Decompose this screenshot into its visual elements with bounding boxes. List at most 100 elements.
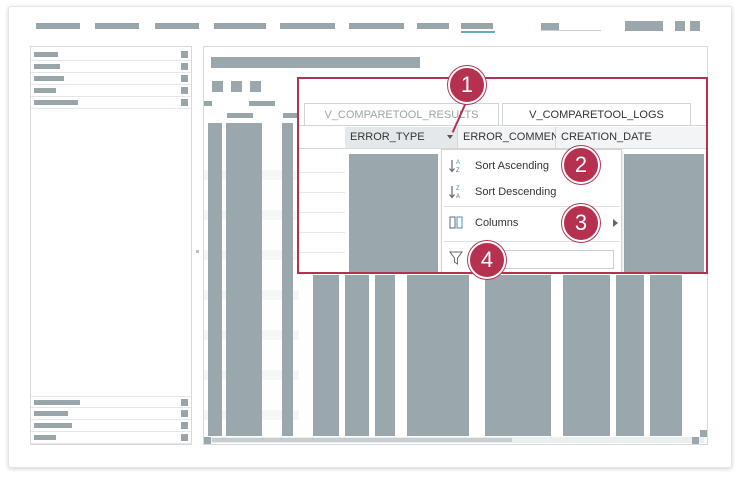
tree-row[interactable] xyxy=(31,432,191,444)
panel-splitter[interactable] xyxy=(196,250,199,253)
tree-row-icon[interactable] xyxy=(181,422,188,429)
tree-row-label xyxy=(34,423,72,428)
tree-row-icon[interactable] xyxy=(181,51,188,58)
grid-column xyxy=(282,123,293,436)
nav-item[interactable] xyxy=(36,23,80,29)
nav-item[interactable] xyxy=(280,23,335,29)
svg-text:Z: Z xyxy=(456,186,460,192)
tab-underline xyxy=(299,125,706,126)
grid-column xyxy=(375,275,395,436)
nav-item[interactable] xyxy=(155,23,199,29)
tree-row[interactable] xyxy=(31,49,191,61)
column-header-label: ERROR_COMMENT xyxy=(463,131,566,143)
tree-row-icon[interactable] xyxy=(181,99,188,106)
nav-icon-button[interactable] xyxy=(690,21,700,31)
grid-column xyxy=(563,275,610,436)
tree-row-icon[interactable] xyxy=(181,63,188,70)
tree-row-label xyxy=(34,88,56,93)
grid-row-line xyxy=(299,172,345,173)
svg-text:Z: Z xyxy=(456,168,460,174)
nav-item[interactable] xyxy=(417,23,449,29)
tree-row-label xyxy=(34,76,64,81)
tree-row-icon[interactable] xyxy=(181,410,188,417)
tree-row-icon[interactable] xyxy=(181,87,188,94)
column-header-creation-date[interactable]: CREATION_DATE xyxy=(556,127,706,148)
columns-icon xyxy=(449,216,463,229)
scroll-right-button[interactable] xyxy=(692,437,699,444)
step-badge-2: 2 xyxy=(562,146,600,184)
column-header-label: ERROR_TYPE xyxy=(350,131,425,143)
tree-row[interactable] xyxy=(31,396,191,408)
svg-text:A: A xyxy=(456,160,460,166)
grid-column xyxy=(345,275,369,436)
submenu-arrow-icon xyxy=(613,219,618,227)
column-header-placeholder[interactable] xyxy=(283,113,297,118)
tree-row-icon[interactable] xyxy=(181,399,188,406)
menu-item-label: Columns xyxy=(475,217,519,229)
tree-row-label xyxy=(34,400,80,405)
tree-row[interactable] xyxy=(31,97,191,109)
tree-row[interactable] xyxy=(31,73,191,85)
menu-item-sort-descending[interactable]: Z A Sort Descending xyxy=(442,179,621,205)
step-badge-3: 3 xyxy=(562,204,600,242)
nav-active-underline xyxy=(461,31,495,33)
toolbar-button[interactable] xyxy=(212,81,223,92)
tree-row[interactable] xyxy=(31,61,191,73)
grid-column xyxy=(485,275,551,436)
grid-row-line xyxy=(299,192,345,193)
grid-row-line xyxy=(299,252,345,253)
column-header-label: CREATION_DATE xyxy=(561,131,652,143)
menu-item-label: Sort Descending xyxy=(475,186,557,198)
scroll-left-button[interactable] xyxy=(204,437,211,444)
nav-search[interactable] xyxy=(541,23,559,30)
nav-item[interactable] xyxy=(95,23,139,29)
tab-placeholder[interactable] xyxy=(204,101,212,106)
menu-separator xyxy=(444,241,620,242)
panel-title xyxy=(211,57,420,68)
sort-descending-icon: Z A xyxy=(449,186,460,200)
toolbar-button[interactable] xyxy=(231,81,242,92)
horizontal-scrollbar-thumb[interactable] xyxy=(212,438,512,442)
left-panel xyxy=(30,46,192,445)
tab-placeholder[interactable] xyxy=(249,101,275,106)
tree-row-icon[interactable] xyxy=(181,434,188,441)
step-badge-1: 1 xyxy=(448,66,486,104)
tree-row[interactable] xyxy=(31,420,191,432)
toolbar-button[interactable] xyxy=(250,81,261,92)
filter-icon xyxy=(449,251,463,265)
column-header-placeholder[interactable] xyxy=(227,113,253,118)
grid-column xyxy=(616,275,644,436)
nav-item[interactable] xyxy=(214,23,266,29)
tree-row[interactable] xyxy=(31,408,191,420)
scroll-corner xyxy=(700,430,707,437)
tree-row-label xyxy=(34,411,68,416)
grid-column xyxy=(208,123,222,436)
grid-row-line xyxy=(299,232,345,233)
dropdown-arrow-icon[interactable] xyxy=(447,135,453,139)
tab-logs[interactable]: V_COMPARETOOL_LOGS xyxy=(502,103,691,125)
tab-results[interactable]: V_COMPARETOOL_RESULTS xyxy=(304,103,499,125)
sort-ascending-icon: A Z xyxy=(449,160,460,174)
tree-row-label xyxy=(34,64,60,69)
cell-data-block xyxy=(349,154,438,272)
tree-row-icon[interactable] xyxy=(181,75,188,82)
nav-search-line xyxy=(541,30,601,31)
column-header-error-type[interactable]: ERROR_TYPE xyxy=(345,127,458,148)
column-header-error-comment[interactable]: ERROR_COMMENT xyxy=(458,127,566,148)
grid-column xyxy=(226,123,262,436)
grid-row-line xyxy=(299,212,345,213)
nav-icon-button[interactable] xyxy=(675,21,685,31)
grid-column xyxy=(313,275,339,436)
tree-row-label xyxy=(34,435,56,440)
grid-column xyxy=(650,275,682,436)
menu-separator xyxy=(444,206,620,207)
tree-row-label xyxy=(34,100,78,105)
nav-button[interactable] xyxy=(625,21,663,31)
step-badge-4: 4 xyxy=(468,241,506,279)
nav-item-active[interactable] xyxy=(461,23,493,29)
nav-item[interactable] xyxy=(349,23,404,29)
grid-column xyxy=(407,275,469,436)
tree-row[interactable] xyxy=(31,85,191,97)
zoom-callout: V_COMPARETOOL_RESULTS V_COMPARETOOL_LOGS… xyxy=(297,77,708,274)
tree-row-label xyxy=(34,52,58,57)
